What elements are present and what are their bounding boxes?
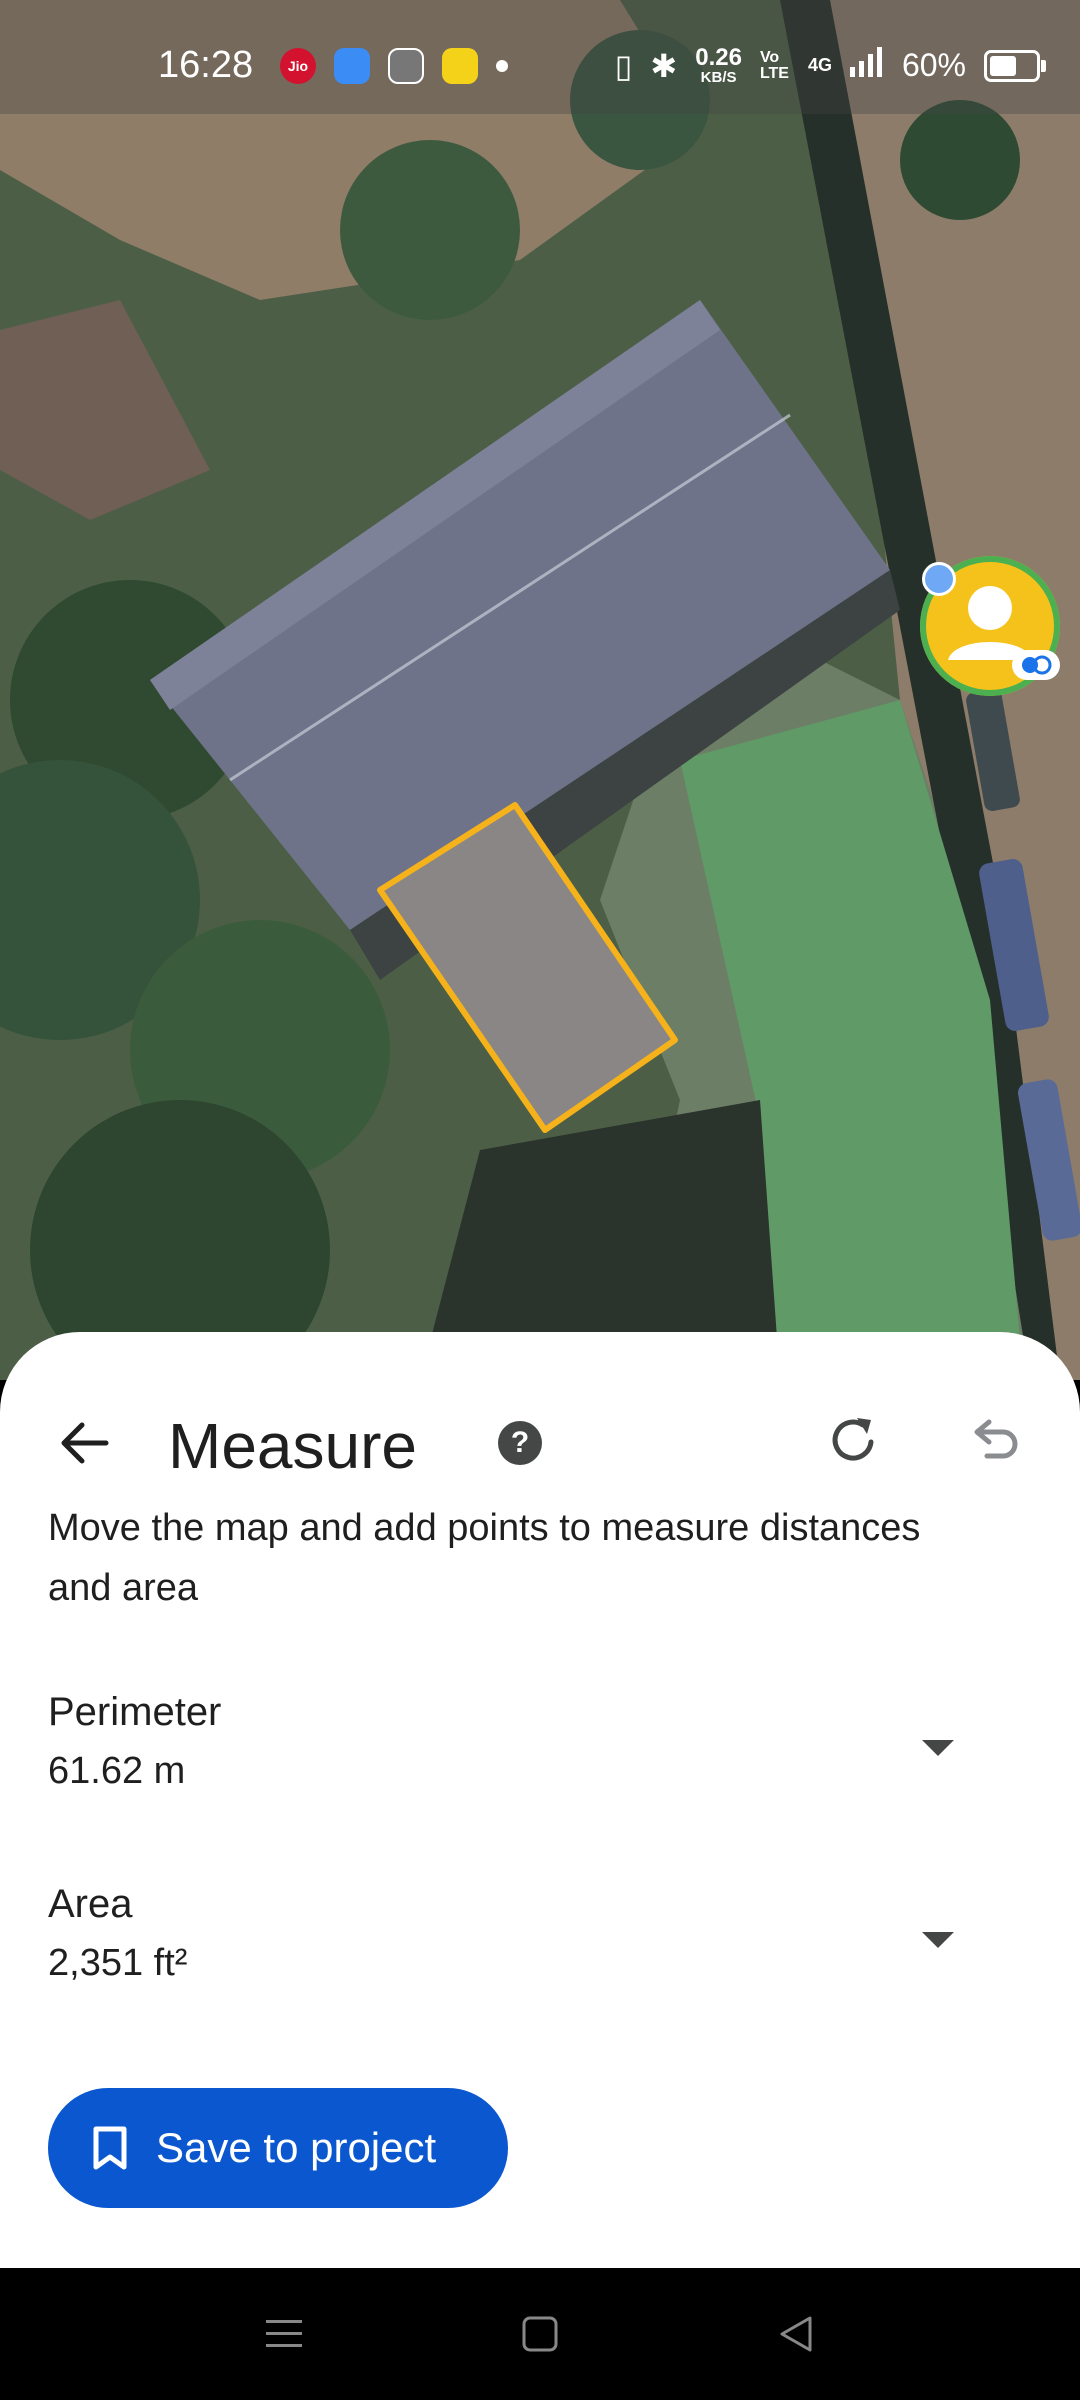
notification-icons: Jio (280, 48, 508, 84)
volte-label: Vo LTE (759, 48, 789, 82)
area-row[interactable]: Area 2,351 ft² (0, 1882, 1080, 2012)
area-label: Area (48, 1882, 133, 1926)
perimeter-unit-dropdown[interactable] (910, 1720, 966, 1776)
home-square-icon (522, 2316, 558, 2352)
menu-icon (266, 2320, 302, 2347)
page-title: Measure (168, 1410, 417, 1482)
satellite-map[interactable] (0, 0, 1080, 1380)
app-notification-icon (334, 48, 370, 84)
perimeter-row[interactable]: Perimeter 61.62 m (0, 1690, 1080, 1820)
bluetooth-icon: ✱ (650, 47, 678, 84)
status-time: 16:28 (158, 44, 254, 86)
undo-icon (974, 1419, 1018, 1459)
chat-badge-icon (1012, 650, 1060, 680)
back-triangle-icon (780, 2316, 812, 2352)
battery-icon (984, 49, 1046, 82)
jio-icon: Jio (280, 48, 316, 84)
location-dot-icon (922, 562, 956, 596)
vibrate-icon: ▯ (614, 47, 633, 84)
perimeter-value: 61.62 m (48, 1750, 186, 1792)
system-nav-bar (0, 2268, 1080, 2400)
area-unit-dropdown[interactable] (910, 1912, 966, 1968)
area-value: 2,351 ft² (48, 1942, 188, 1984)
chevron-down-icon (922, 1932, 954, 1948)
instructions-text: Move the map and add points to measure d… (48, 1507, 921, 1609)
arrow-back-icon (61, 1422, 109, 1464)
chevron-down-icon (922, 1740, 954, 1756)
bookmark-icon (93, 2126, 127, 2170)
map-imagery (0, 0, 1080, 1380)
more-notifications-dot-icon (496, 60, 508, 72)
app-notification-icon-2 (442, 48, 478, 84)
redo-button[interactable] (820, 1407, 886, 1473)
sheet-header: Measure ? (0, 1387, 1080, 1497)
back-nav-button[interactable] (756, 2298, 836, 2370)
recents-button[interactable] (244, 2298, 324, 2370)
help-icon: ? (510, 1426, 530, 1459)
save-to-project-button[interactable]: Save to project (48, 2088, 508, 2208)
status-bar: 16:28 Jio ▯ ✱ 0.26 KB/S Vo LTE 4G 60% (0, 0, 1080, 114)
redo-icon (832, 1418, 874, 1461)
help-button[interactable]: ? (498, 1421, 542, 1465)
signal-icon (849, 46, 884, 85)
measure-sheet: Measure ? Move the map and add points to… (0, 1332, 1080, 2268)
perimeter-label: Perimeter (48, 1690, 222, 1734)
status-right-icons: ▯ ✱ 0.26 KB/S Vo LTE 4G 60% (614, 44, 1046, 86)
net-speed: 0.26 KB/S (695, 44, 742, 86)
calculator-icon (388, 48, 424, 84)
home-button[interactable] (500, 2298, 580, 2370)
undo-button[interactable] (962, 1407, 1028, 1473)
save-button-label: Save to project (156, 2124, 437, 2171)
battery-percent: 60% (901, 47, 966, 83)
network-type: 4G (807, 55, 832, 75)
back-button[interactable] (46, 1405, 122, 1481)
